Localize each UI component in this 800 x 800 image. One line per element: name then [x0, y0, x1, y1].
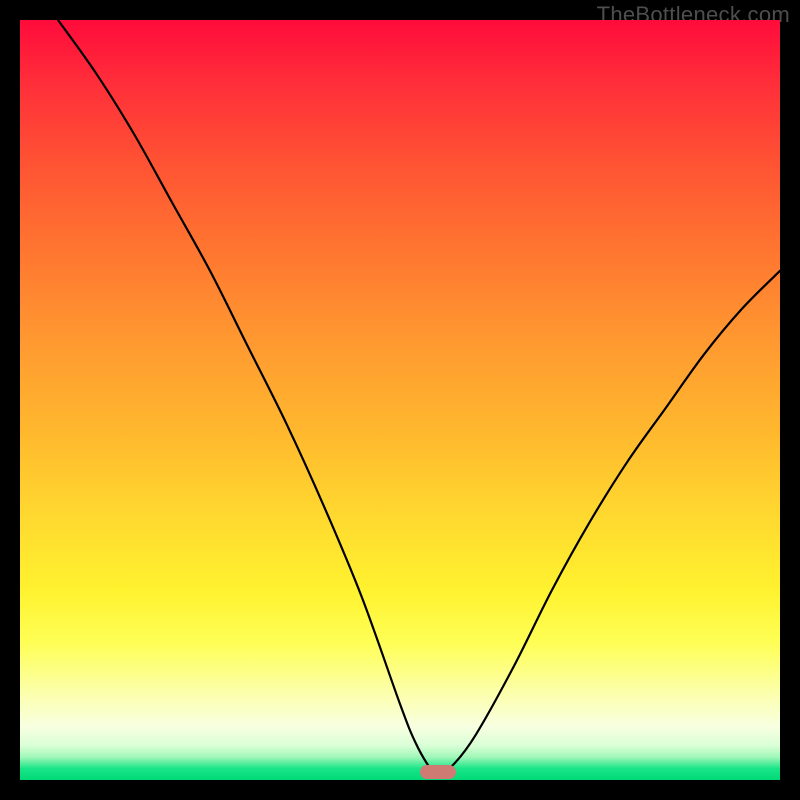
bottleneck-curve [20, 20, 780, 780]
chart-frame: TheBottleneck.com [0, 0, 800, 800]
optimal-point-marker [420, 765, 456, 779]
curve-right-branch [438, 271, 780, 774]
curve-left-branch [58, 20, 438, 774]
plot-area [20, 20, 780, 780]
